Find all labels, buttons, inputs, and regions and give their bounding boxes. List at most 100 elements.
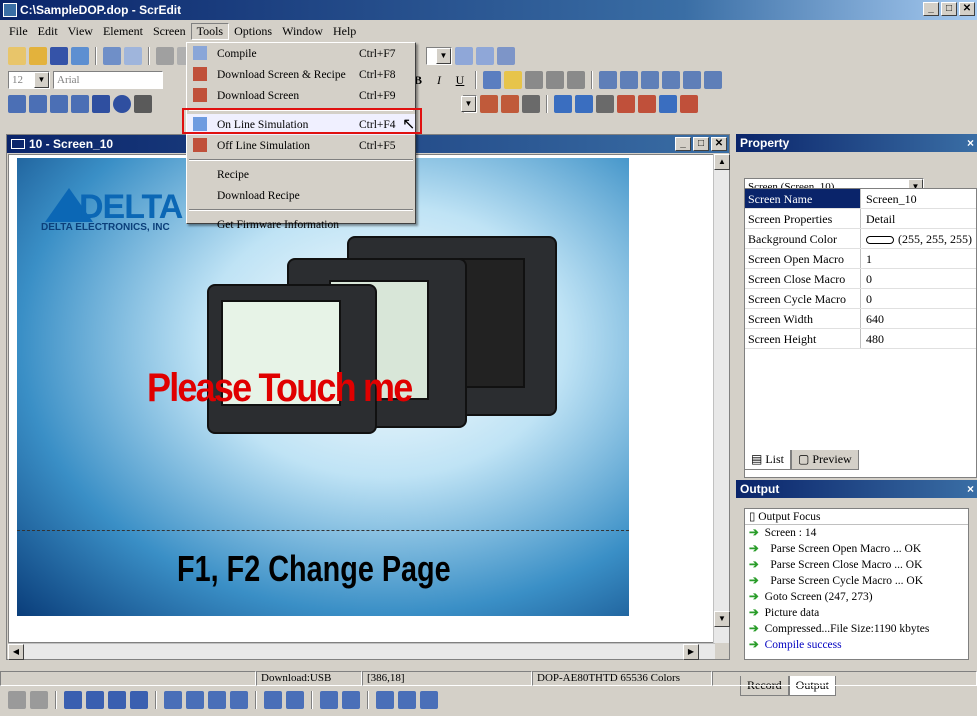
chevron-down-icon[interactable]: ▼ — [34, 72, 49, 88]
property-value[interactable]: Detail — [861, 209, 976, 228]
property-row[interactable]: Screen Name Screen_10 — [745, 189, 976, 209]
snap-icon[interactable] — [30, 691, 48, 709]
align-center-icon[interactable] — [546, 71, 564, 89]
scroll-down-icon[interactable]: ▼ — [714, 611, 730, 627]
property-value[interactable]: (255, 255, 255) — [861, 229, 976, 248]
font-name-combo[interactable]: Arial — [53, 71, 163, 89]
align-top-edge-icon[interactable] — [186, 691, 204, 709]
menu-window[interactable]: Window — [277, 24, 328, 39]
vertical-scrollbar[interactable]: ▲ ▼ — [713, 154, 730, 643]
property-value[interactable]: Screen_10 — [861, 189, 976, 208]
tool-c-icon[interactable] — [522, 95, 540, 113]
property-row[interactable]: Screen Height 480 — [745, 329, 976, 349]
menu-item-offline-simulation[interactable]: Off Line Simulation Ctrl+F5 — [187, 135, 415, 156]
simulate-icon[interactable] — [659, 95, 677, 113]
align-left-edge-icon[interactable] — [164, 691, 182, 709]
menu-file[interactable]: File — [4, 24, 33, 39]
fill-icon[interactable] — [504, 71, 522, 89]
output-list[interactable]: ▯ Output Focus ➔ Screen : 14 ➔ Parse Scre… — [744, 508, 969, 660]
property-row[interactable]: Screen Close Macro 0 — [745, 269, 976, 289]
ungroup-icon[interactable] — [286, 691, 304, 709]
prev-screen-icon[interactable] — [554, 95, 572, 113]
menu-help[interactable]: Help — [328, 24, 361, 39]
new-file-icon[interactable] — [8, 47, 26, 65]
meter-element-icon[interactable] — [29, 95, 47, 113]
align-right-icon[interactable] — [567, 71, 585, 89]
property-row[interactable]: Screen Open Macro 1 — [745, 249, 976, 269]
menu-item-download-screen[interactable]: Download Screen Ctrl+F9 — [187, 85, 415, 106]
send-back-icon[interactable] — [86, 691, 104, 709]
transfer-icon[interactable] — [680, 95, 698, 113]
layout-3-icon[interactable] — [641, 71, 659, 89]
next-screen-icon[interactable] — [575, 95, 593, 113]
property-value[interactable]: 640 — [861, 309, 976, 328]
pipe-element-icon[interactable] — [71, 95, 89, 113]
arrow-element-icon[interactable] — [92, 95, 110, 113]
horizontal-scrollbar[interactable]: ◀ ▶ — [8, 643, 715, 660]
doc-close-button[interactable]: ✕ — [711, 137, 727, 151]
center-both-icon[interactable] — [420, 691, 438, 709]
align-right-edge-icon[interactable] — [230, 691, 248, 709]
doc-maximize-button[interactable]: □ — [693, 137, 709, 151]
scroll-left-icon[interactable]: ◀ — [8, 644, 24, 660]
underline-icon[interactable]: U — [451, 73, 469, 88]
chevron-down-icon[interactable]: ▼ — [461, 96, 476, 112]
circle-element-icon[interactable] — [113, 95, 131, 113]
tool-a-icon[interactable] — [480, 95, 498, 113]
same-height-icon[interactable] — [342, 691, 360, 709]
zoom-out-icon[interactable] — [476, 47, 494, 65]
italic-icon[interactable]: I — [430, 73, 448, 88]
chevron-down-icon[interactable]: ▼ — [436, 48, 451, 64]
scroll-up-icon[interactable]: ▲ — [714, 154, 730, 170]
save-icon[interactable] — [50, 47, 68, 65]
tab-preview[interactable]: ▢ Preview — [791, 450, 859, 470]
align-bottom-edge-icon[interactable] — [208, 691, 226, 709]
layout-6-icon[interactable] — [704, 71, 722, 89]
pen-icon[interactable] — [483, 71, 501, 89]
center-h-icon[interactable] — [376, 691, 394, 709]
menu-screen[interactable]: Screen — [148, 24, 191, 39]
layer-combo[interactable]: ▼ — [461, 95, 477, 113]
menu-item-recipe[interactable]: Recipe — [187, 164, 415, 185]
group-icon[interactable] — [264, 691, 282, 709]
align-left-icon[interactable] — [525, 71, 543, 89]
layout-1-icon[interactable] — [599, 71, 617, 89]
tool-b-icon[interactable] — [501, 95, 519, 113]
touch-button-text[interactable]: Please Touch me — [147, 366, 413, 411]
menu-tools[interactable]: Tools — [190, 22, 230, 40]
menu-item-download-screen-recipe[interactable]: Download Screen & Recipe Ctrl+F8 — [187, 64, 415, 85]
maximize-button[interactable]: □ — [941, 2, 957, 16]
tab-list[interactable]: ▤ List — [744, 450, 792, 470]
bring-front-icon[interactable] — [64, 691, 82, 709]
center-v-icon[interactable] — [398, 691, 416, 709]
same-width-icon[interactable] — [320, 691, 338, 709]
font-size-combo[interactable]: 12 ▼ — [8, 71, 50, 89]
menu-view[interactable]: View — [63, 24, 98, 39]
layout-4-icon[interactable] — [662, 71, 680, 89]
property-value[interactable]: 1 — [861, 249, 976, 268]
menu-edit[interactable]: Edit — [33, 24, 63, 39]
zoom-combo[interactable]: ▼ — [426, 47, 452, 65]
cut-icon[interactable] — [156, 47, 174, 65]
forward-icon[interactable] — [108, 691, 126, 709]
doc-minimize-button[interactable]: _ — [675, 137, 691, 151]
close-icon[interactable]: × — [967, 134, 974, 152]
zoom-fit-icon[interactable] — [497, 47, 515, 65]
redo-icon[interactable] — [124, 47, 142, 65]
property-value[interactable]: 480 — [861, 329, 976, 348]
menu-options[interactable]: Options — [229, 24, 277, 39]
zoom-in-icon[interactable] — [455, 47, 473, 65]
download-icon[interactable] — [617, 95, 635, 113]
layout-5-icon[interactable] — [683, 71, 701, 89]
property-row[interactable]: Screen Properties Detail — [745, 209, 976, 229]
property-value[interactable]: 0 — [861, 269, 976, 288]
save-as-icon[interactable] — [71, 47, 89, 65]
property-row[interactable]: Screen Cycle Macro 0 — [745, 289, 976, 309]
open-folder-icon[interactable] — [29, 47, 47, 65]
grid-icon[interactable] — [8, 691, 26, 709]
property-value[interactable]: 0 — [861, 289, 976, 308]
undo-icon[interactable] — [103, 47, 121, 65]
property-row[interactable]: Background Color (255, 255, 255) — [745, 229, 976, 249]
backward-icon[interactable] — [130, 691, 148, 709]
close-icon[interactable]: × — [967, 480, 974, 498]
